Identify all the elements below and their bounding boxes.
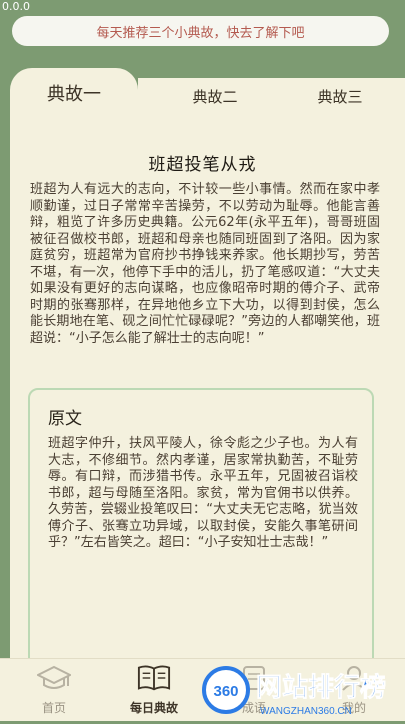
graduation-cap-icon	[37, 663, 71, 693]
original-text-card: 原文 班超字仲升，扶风平陵人，徐令彪之少子也。为人有大志，不修细节。然内孝谨，居…	[28, 388, 374, 658]
tab-story-3[interactable]: 典故三	[285, 68, 395, 118]
tab-label: 典故一	[47, 84, 101, 105]
story-tabs: 典故一 典故二 典故三	[10, 68, 405, 118]
watermark-logo: 360 网站排行榜 WANGZHAN360.CN	[200, 660, 405, 720]
tab-label: 典故三	[317, 88, 363, 106]
tab-label: 典故二	[192, 88, 238, 106]
tab-story-2[interactable]: 典故二	[160, 68, 270, 118]
watermark-brand: 网站排行榜	[256, 672, 386, 703]
nav-home[interactable]: 首页	[14, 663, 94, 719]
book-icon	[137, 663, 171, 693]
watermark-url: WANGZHAN360.CN	[260, 706, 352, 717]
story-title: 班超投笔从戎	[148, 155, 257, 175]
original-text: 班超字仲升，扶风平陵人，徐令彪之少子也。为人有大志，不修细节。然内孝谨，居家常执…	[48, 436, 358, 550]
original-heading: 原文	[48, 409, 82, 429]
daily-tip-banner: 每天推荐三个小典故，快去了解下吧	[12, 16, 389, 46]
nav-label: 首页	[41, 701, 66, 715]
banner-text: 每天推荐三个小典故，快去了解下吧	[96, 25, 305, 41]
story-content[interactable]: 班超投笔从戎 班超为人有远大的志向，不计较一些小事情。然而在家中孝顺勤谨，过日子…	[10, 118, 405, 658]
story-translation: 班超为人有远大的志向，不计较一些小事情。然而在家中孝顺勤谨，过日子常常辛苦操劳，…	[30, 182, 380, 346]
status-bar-time: 0.0.0	[2, 0, 30, 13]
watermark-badge: 360	[213, 683, 238, 700]
tab-story-1[interactable]: 典故一	[10, 68, 138, 118]
nav-daily-story[interactable]: 每日典故	[114, 663, 194, 719]
nav-label: 每日典故	[129, 701, 178, 715]
